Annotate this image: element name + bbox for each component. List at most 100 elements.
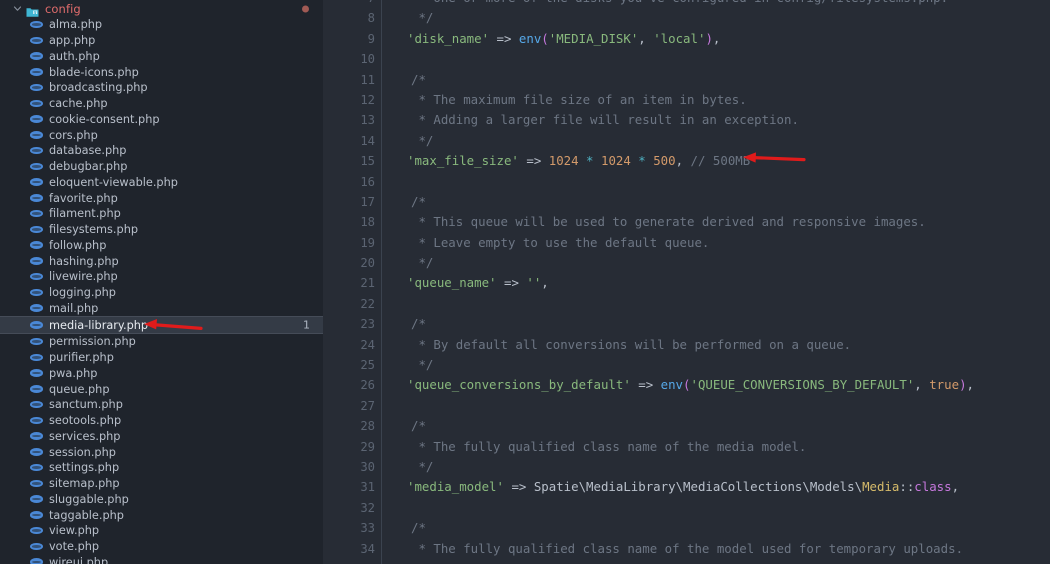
- file-row[interactable]: livewire.php: [0, 269, 323, 285]
- code-line[interactable]: 35 *: [323, 559, 1050, 564]
- code-token: * This queue will be used to generate de…: [411, 214, 926, 230]
- code-line[interactable]: 34 * The fully qualified class name of t…: [323, 539, 1050, 559]
- code-line[interactable]: 9 'disk_name' => env('MEDIA_DISK', 'local…: [323, 29, 1050, 49]
- file-row[interactable]: view.php: [0, 523, 323, 539]
- file-row[interactable]: database.php: [0, 143, 323, 159]
- file-row[interactable]: session.php: [0, 444, 323, 460]
- code-line[interactable]: 16: [323, 172, 1050, 192]
- code-line[interactable]: 15 'max_file_size' => 1024 * 1024 * 500, …: [323, 151, 1050, 171]
- file-row[interactable]: sluggable.php: [0, 492, 323, 508]
- line-number: 26: [360, 378, 375, 393]
- file-row[interactable]: media-library.php 1: [0, 316, 323, 334]
- file-row[interactable]: seotools.php: [0, 413, 323, 429]
- file-row[interactable]: alma.php: [0, 17, 323, 33]
- code-line[interactable]: 14 */: [323, 131, 1050, 151]
- file-row[interactable]: filesystems.php: [0, 222, 323, 238]
- file-row[interactable]: taggable.php: [0, 507, 323, 523]
- file-row[interactable]: app.php: [0, 33, 323, 49]
- file-row[interactable]: services.php: [0, 429, 323, 445]
- code-line[interactable]: 23 /*: [323, 314, 1050, 334]
- code-line-text: /*: [411, 518, 426, 538]
- file-row[interactable]: cors.php: [0, 127, 323, 143]
- code-line-text: * The fully qualified class name of the …: [411, 437, 806, 457]
- code-line[interactable]: 22: [323, 294, 1050, 314]
- file-row[interactable]: cookie-consent.php: [0, 112, 323, 128]
- php-file-icon: [30, 99, 43, 108]
- file-row[interactable]: filament.php: [0, 206, 323, 222]
- code-line[interactable]: 27: [323, 396, 1050, 416]
- file-row[interactable]: logging.php: [0, 285, 323, 301]
- code-line[interactable]: 32: [323, 498, 1050, 518]
- code-token: // 500MB: [690, 153, 751, 169]
- file-row[interactable]: cache.php: [0, 96, 323, 112]
- file-row[interactable]: sanctum.php: [0, 397, 323, 413]
- file-row[interactable]: vote.php: [0, 539, 323, 555]
- line-number: 19: [360, 235, 375, 250]
- code-token: *: [630, 153, 654, 169]
- file-row[interactable]: eloquent-viewable.php: [0, 175, 323, 191]
- code-line[interactable]: 26 'queue_conversions_by_default' => env(…: [323, 375, 1050, 395]
- php-file-icon: [30, 400, 43, 409]
- file-name-label: follow.php: [49, 238, 107, 252]
- code-line[interactable]: 13 * Adding a larger file will result in…: [323, 110, 1050, 130]
- code-line[interactable]: 17 /*: [323, 192, 1050, 212]
- file-row[interactable]: mail.php: [0, 301, 323, 317]
- code-line[interactable]: 28 /*: [323, 416, 1050, 436]
- file-row[interactable]: wireui.php: [0, 555, 323, 564]
- code-line[interactable]: 11 /*: [323, 70, 1050, 90]
- file-row[interactable]: broadcasting.php: [0, 80, 323, 96]
- file-row[interactable]: queue.php: [0, 381, 323, 397]
- file-row[interactable]: debugbar.php: [0, 159, 323, 175]
- code-token: * The maximum file size of an item in by…: [411, 91, 747, 107]
- code-line[interactable]: 25 */: [323, 355, 1050, 375]
- code-line[interactable]: 7 * one or more of the disks you've conf…: [323, 0, 1050, 8]
- code-line[interactable]: 29 * The fully qualified class name of t…: [323, 437, 1050, 457]
- code-token: =>: [518, 153, 549, 169]
- code-token: * The fully qualified class name of the …: [411, 540, 964, 556]
- file-row[interactable]: blade-icons.php: [0, 64, 323, 80]
- file-row[interactable]: settings.php: [0, 460, 323, 476]
- file-row[interactable]: permission.php: [0, 334, 323, 350]
- file-name-label: eloquent-viewable.php: [49, 175, 178, 189]
- code-line-text: * This queue will be used to generate de…: [411, 212, 926, 232]
- code-line[interactable]: 18 * This queue will be used to generate…: [323, 212, 1050, 232]
- file-name-label: purifier.php: [49, 351, 114, 365]
- php-file-icon: [30, 542, 43, 551]
- code-line[interactable]: 21 'queue_name' => '',: [323, 273, 1050, 293]
- file-row[interactable]: follow.php: [0, 238, 323, 254]
- file-list[interactable]: alma.php app.php auth.php blade-icons.php br…: [0, 17, 323, 564]
- file-name-label: sitemap.php: [49, 477, 120, 491]
- code-token: (: [541, 30, 549, 46]
- code-line[interactable]: 24 * By default all conversions will be …: [323, 335, 1050, 355]
- line-number: 7: [323, 0, 375, 8]
- file-name-label: alma.php: [49, 18, 103, 32]
- file-row[interactable]: hashing.php: [0, 253, 323, 269]
- file-row[interactable]: sitemap.php: [0, 476, 323, 492]
- php-file-icon: [30, 131, 43, 139]
- file-row[interactable]: pwa.php: [0, 366, 323, 382]
- code-line[interactable]: 19 * Leave empty to use the default queu…: [323, 233, 1050, 253]
- code-line[interactable]: 30 */: [323, 457, 1050, 477]
- file-name-label: wireui.php: [49, 555, 109, 564]
- code-line[interactable]: 31 'media_model' => Spatie\MediaLibrary\M…: [323, 477, 1050, 497]
- file-row[interactable]: purifier.php: [0, 350, 323, 366]
- chevron-down-icon[interactable]: [12, 3, 23, 14]
- code-editor[interactable]: 7 * one or more of the disks you've conf…: [323, 0, 1050, 564]
- code-line[interactable]: 20 */: [323, 253, 1050, 273]
- code-line[interactable]: 10: [323, 49, 1050, 69]
- code-token: =>: [630, 377, 661, 393]
- code-line[interactable]: 33 /*: [323, 518, 1050, 538]
- code-lines-container[interactable]: 7 * one or more of the disks you've conf…: [323, 0, 1050, 564]
- php-file-icon: [30, 241, 43, 249]
- file-row[interactable]: auth.php: [0, 49, 323, 65]
- php-file-icon: [30, 52, 43, 60]
- line-number: 20: [360, 256, 375, 271]
- file-name-label: session.php: [49, 445, 116, 459]
- folder-row-config[interactable]: config: [0, 0, 323, 17]
- php-file-icon: [30, 385, 43, 393]
- file-row[interactable]: favorite.php: [0, 190, 323, 206]
- line-number: 16: [360, 174, 375, 189]
- code-line[interactable]: 8 */: [323, 8, 1050, 28]
- file-explorer-sidebar[interactable]: config alma.php app.php auth.php blade-icon…: [0, 0, 323, 564]
- code-line[interactable]: 12 * The maximum file size of an item in…: [323, 90, 1050, 110]
